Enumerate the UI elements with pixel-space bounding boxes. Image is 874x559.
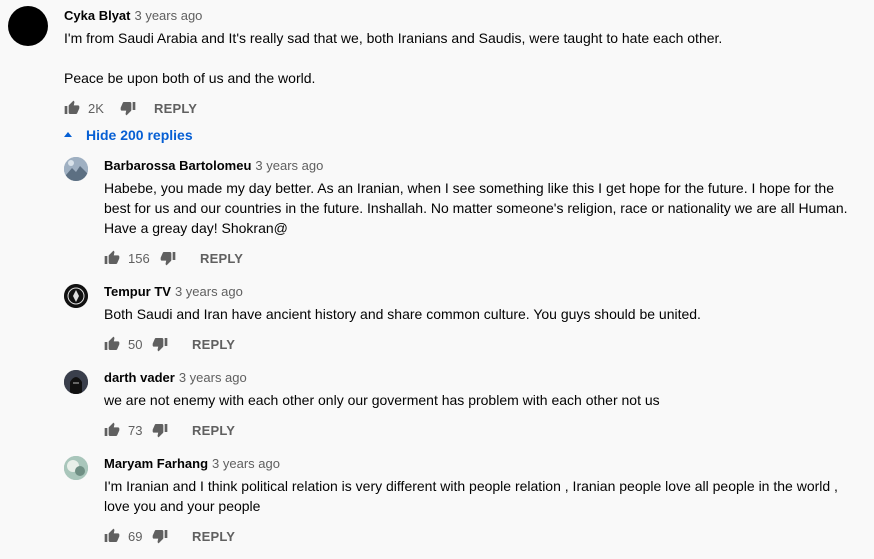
- comment-time[interactable]: 3 years ago: [255, 158, 323, 173]
- reply-button[interactable]: REPLY: [200, 251, 243, 266]
- thumbs-down-icon[interactable]: [152, 422, 168, 438]
- author-name[interactable]: Barbarossa Bartolomeu: [104, 158, 251, 173]
- reply-button[interactable]: REPLY: [192, 529, 235, 544]
- avatar[interactable]: [64, 284, 88, 308]
- thumbs-up-icon[interactable]: [104, 422, 120, 438]
- comment-actions: 69 REPLY: [104, 526, 235, 546]
- thumbs-up-icon[interactable]: [104, 336, 120, 352]
- thumbs-up-icon[interactable]: [104, 250, 120, 266]
- thumbs-down-icon[interactable]: [152, 336, 168, 352]
- thumbs-up-icon[interactable]: [64, 100, 80, 116]
- author-name[interactable]: Maryam Farhang: [104, 456, 208, 471]
- comment-text-line: Peace be upon both of us and the world.: [64, 70, 316, 86]
- comment-header: Maryam Farhang 3 years ago: [104, 456, 280, 471]
- avatar[interactable]: [64, 456, 88, 480]
- comment-actions: 2K REPLY: [64, 98, 197, 118]
- comment-time[interactable]: 3 years ago: [134, 8, 202, 23]
- comment-text: Habebe, you made my day better. As an Ir…: [104, 180, 848, 236]
- like-count: 73: [128, 422, 143, 438]
- hide-replies-button[interactable]: Hide 200 replies: [64, 127, 193, 143]
- caret-up-icon: [64, 131, 72, 137]
- author-name[interactable]: Cyka Blyat: [64, 8, 130, 23]
- avatar[interactable]: [64, 370, 88, 394]
- author-name[interactable]: darth vader: [104, 370, 175, 385]
- like-count: 2K: [88, 100, 104, 116]
- comment-text: I'm from Saudi Arabia and It's really sa…: [64, 28, 854, 88]
- comment-text: Both Saudi and Iran have ancient history…: [104, 306, 701, 322]
- hide-replies-label: Hide 200 replies: [86, 127, 193, 143]
- comment-time[interactable]: 3 years ago: [179, 370, 247, 385]
- comment-time[interactable]: 3 years ago: [175, 284, 243, 299]
- thumbs-up-icon[interactable]: [104, 528, 120, 544]
- thumbs-down-icon[interactable]: [120, 100, 136, 116]
- comment-header: Barbarossa Bartolomeu 3 years ago: [104, 158, 323, 173]
- comment-text-line: I'm from Saudi Arabia and It's really sa…: [64, 30, 723, 46]
- comment-time[interactable]: 3 years ago: [212, 456, 280, 471]
- like-count: 156: [128, 250, 150, 266]
- avatar[interactable]: [8, 6, 48, 46]
- comment-header: Tempur TV 3 years ago: [104, 284, 243, 299]
- like-count: 69: [128, 528, 143, 544]
- avatar[interactable]: [64, 157, 88, 181]
- comment-header: Cyka Blyat 3 years ago: [64, 8, 202, 23]
- like-count: 50: [128, 336, 143, 352]
- comment-actions: 156 REPLY: [104, 248, 243, 268]
- author-name[interactable]: Tempur TV: [104, 284, 171, 299]
- comment-actions: 50 REPLY: [104, 334, 235, 354]
- comment-text: we are not enemy with each other only ou…: [104, 392, 660, 408]
- comment-header: darth vader 3 years ago: [104, 370, 247, 385]
- comment-text: I'm Iranian and I think political relati…: [104, 478, 838, 514]
- reply-button[interactable]: REPLY: [192, 337, 235, 352]
- thumbs-down-icon[interactable]: [160, 250, 176, 266]
- reply-button[interactable]: REPLY: [192, 423, 235, 438]
- reply-button[interactable]: REPLY: [154, 101, 197, 116]
- thumbs-down-icon[interactable]: [152, 528, 168, 544]
- comment-actions: 73 REPLY: [104, 420, 235, 440]
